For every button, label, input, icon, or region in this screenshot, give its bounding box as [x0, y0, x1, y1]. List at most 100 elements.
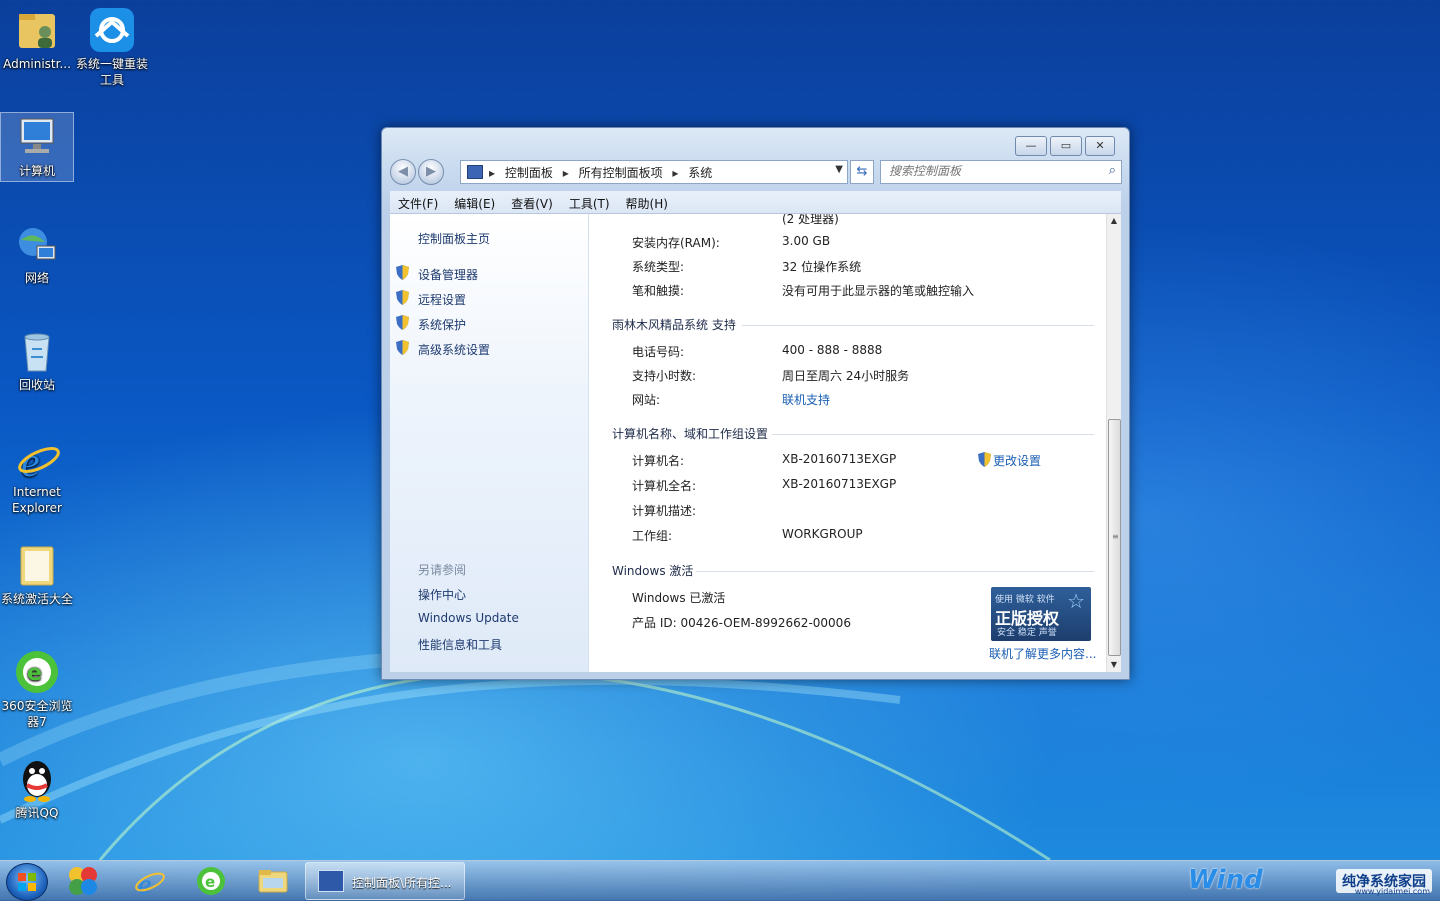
- device-manager-link[interactable]: 设备管理器: [396, 265, 479, 283]
- desktop-icon-label: 网络: [24, 271, 49, 285]
- win-watermark-text: Wind: [1188, 865, 1263, 895]
- section-title: Windows 激活: [612, 564, 694, 578]
- search-icon[interactable]: ⌕: [1109, 163, 1116, 178]
- desktop-icon-reinstall-tool[interactable]: 系统一键重装工具: [76, 6, 148, 88]
- section-divider: [742, 325, 1094, 326]
- desktop-icon-label: Internet Explorer: [12, 485, 62, 515]
- link-label: 高级系统设置: [418, 343, 491, 357]
- breadcrumb-control-panel[interactable]: 控制面板: [505, 166, 553, 180]
- link-label: 设备管理器: [418, 268, 479, 282]
- system-type-label: 系统类型:: [632, 260, 685, 274]
- taskbar-pinned-app[interactable]: [66, 864, 100, 898]
- taskbar-explorer[interactable]: [256, 864, 290, 898]
- online-support-link[interactable]: 联机支持: [782, 391, 830, 408]
- 360-browser-icon: e: [13, 648, 61, 696]
- star-icon: ☆: [1067, 589, 1085, 613]
- section-title: 计算机名称、域和工作组设置: [612, 427, 769, 441]
- control-panel-home-link[interactable]: 控制面板主页: [418, 230, 490, 247]
- menu-tools[interactable]: 工具(T): [561, 191, 618, 212]
- folder-icon: [258, 870, 288, 893]
- maximize-button[interactable]: ▭: [1050, 136, 1082, 156]
- link-label: 系统保护: [418, 318, 467, 332]
- taskbar: e e 控制面板\所有控... Wind 纯净系统家园 www.yidaimei…: [0, 860, 1440, 901]
- search-box[interactable]: ⌕: [880, 160, 1122, 184]
- folder-icon: [13, 541, 61, 589]
- activation-section-heading: Windows 激活: [612, 562, 1094, 579]
- forward-button[interactable]: ▶: [418, 159, 444, 185]
- windows-update-link[interactable]: Windows Update: [418, 611, 519, 625]
- search-input[interactable]: [881, 161, 1089, 181]
- user-folder-icon: [13, 6, 61, 54]
- svg-text:e: e: [138, 868, 151, 898]
- close-button[interactable]: ✕: [1085, 136, 1115, 156]
- refresh-icon: ⇆: [856, 164, 868, 179]
- desktop-icon-computer[interactable]: 计算机: [0, 112, 74, 182]
- phone-value: 400 - 888 - 8888: [782, 343, 883, 357]
- desktop-icon-administrator[interactable]: Administr...: [1, 6, 73, 72]
- desktop-icon-label: 系统一键重装工具: [76, 57, 149, 87]
- support-hours-value: 周日至周六 24小时服务: [782, 369, 910, 383]
- caption-buttons: — ▭ ✕: [1012, 136, 1115, 156]
- computer-name-label: 计算机名:: [632, 454, 685, 468]
- taskbar-ie[interactable]: e: [132, 864, 166, 901]
- menu-edit[interactable]: 编辑(E): [446, 191, 503, 212]
- support-hours-label: 支持小时数:: [632, 369, 697, 383]
- website-label: 网站:: [632, 393, 661, 407]
- badge-sub-text: 安全 稳定 声誉: [997, 628, 1057, 638]
- scroll-up-arrow-icon[interactable]: ▲: [1107, 214, 1121, 228]
- window-content: 控制面板主页 设备管理器 远程设置 系统保护 高级系统设置 另请参阅 操作中心 …: [390, 214, 1121, 672]
- workgroup-value: WORKGROUP: [782, 527, 863, 541]
- support-section-heading: 雨林木风精品系统 支持: [612, 316, 1094, 333]
- uac-shield-icon: [396, 315, 409, 330]
- breadcrumb-all-items[interactable]: 所有控制面板项: [579, 166, 663, 180]
- ram-value: 3.00 GB: [782, 234, 831, 248]
- taskbar-360-browser[interactable]: e: [194, 864, 228, 898]
- learn-more-link[interactable]: 联机了解更多内容...: [989, 645, 1096, 662]
- desktop-icon-internet-explorer[interactable]: e Internet Explorer: [1, 434, 73, 516]
- vertical-scrollbar[interactable]: ▲ ≡ ▼: [1106, 214, 1121, 672]
- task-label: 控制面板\所有控...: [352, 876, 452, 890]
- reinstall-tool-icon: [88, 6, 136, 54]
- site-url-text: www.yidaimei.com: [1354, 887, 1430, 896]
- processor-count: (2 处理器): [782, 214, 839, 226]
- action-center-link[interactable]: 操作中心: [418, 586, 466, 603]
- breadcrumb: ▸ 控制面板 ▸ 所有控制面板项 ▸ 系统: [489, 164, 718, 181]
- breadcrumb-system[interactable]: 系统: [688, 166, 712, 180]
- desktop-icon-360-browser[interactable]: e 360安全浏览器7: [1, 648, 73, 730]
- desktop-icon-qq[interactable]: 腾讯QQ: [1, 755, 73, 821]
- pen-touch-value: 没有可用于此显示器的笔或触控输入: [782, 284, 975, 298]
- menu-file[interactable]: 文件(F): [390, 191, 446, 212]
- desktop-icon-activation-folder[interactable]: 系统激活大全: [1, 541, 73, 607]
- back-button[interactable]: ◀: [390, 159, 416, 185]
- desktop-icon-recycle-bin[interactable]: 回收站: [1, 327, 73, 393]
- recycle-bin-icon: [13, 327, 61, 375]
- uac-shield-icon: [396, 265, 409, 280]
- advanced-settings-link[interactable]: 高级系统设置: [396, 340, 491, 358]
- chevron-right-icon: ▸: [562, 166, 569, 180]
- menu-bar: 文件(F) 编辑(E) 查看(V) 工具(T) 帮助(H): [390, 191, 1121, 214]
- scroll-down-arrow-icon[interactable]: ▼: [1107, 658, 1121, 672]
- genuine-badge[interactable]: 使用 微软 软件 正版授权 安全 稳定 声誉 ☆: [991, 587, 1091, 641]
- phone-label: 电话号码:: [632, 345, 685, 359]
- system-protection-link[interactable]: 系统保护: [396, 315, 467, 333]
- uac-shield-icon: [978, 452, 991, 467]
- workgroup-label: 工作组:: [632, 529, 673, 543]
- control-panel-icon: [467, 165, 483, 179]
- see-also-heading: 另请参阅: [418, 563, 467, 577]
- link-label: 远程设置: [418, 293, 467, 307]
- desktop-icon-network[interactable]: 网络: [1, 220, 73, 286]
- taskbar-control-panel-task[interactable]: 控制面板\所有控...: [305, 862, 465, 900]
- qq-icon: [13, 755, 61, 803]
- performance-info-link[interactable]: 性能信息和工具: [418, 636, 502, 653]
- start-button[interactable]: [6, 863, 48, 901]
- menu-view[interactable]: 查看(V): [503, 191, 561, 212]
- menu-help[interactable]: 帮助(H): [618, 191, 676, 212]
- minimize-button[interactable]: —: [1015, 136, 1047, 156]
- svg-text:e: e: [27, 661, 42, 686]
- refresh-button[interactable]: ⇆: [850, 160, 874, 184]
- address-bar[interactable]: ▸ 控制面板 ▸ 所有控制面板项 ▸ 系统 ▼: [460, 160, 848, 184]
- chevron-down-icon[interactable]: ▼: [835, 164, 843, 175]
- scroll-thumb[interactable]: ≡: [1108, 419, 1121, 656]
- remote-settings-link[interactable]: 远程设置: [396, 290, 467, 308]
- uac-shield-icon: [396, 340, 409, 355]
